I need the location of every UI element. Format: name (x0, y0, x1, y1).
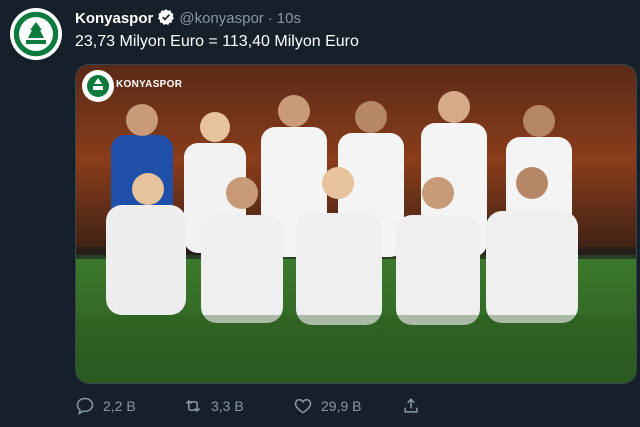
team-photo (76, 65, 636, 383)
heart-icon (294, 398, 312, 414)
reply-icon (76, 397, 94, 416)
verified-badge-icon (157, 8, 175, 32)
display-name[interactable]: Konyaspor (75, 10, 153, 27)
share-button[interactable] (401, 396, 421, 416)
tweet-timestamp[interactable]: 10s (277, 10, 301, 27)
tweet: Konyaspor @konyaspor · 10s 23,73 Milyon Eur… (0, 0, 640, 427)
retweet-button[interactable]: 3,3 B (183, 396, 244, 416)
separator-dot: · (267, 10, 273, 27)
tweet-header: Konyaspor @konyaspor · 10s (75, 8, 301, 32)
reply-count: 2,2 B (103, 398, 136, 414)
media-brand-label: KONYASPOR (116, 79, 183, 90)
account-handle[interactable]: @konyaspor (179, 10, 263, 27)
reply-button[interactable]: 2,2 B (75, 396, 136, 416)
profile-avatar[interactable] (10, 8, 62, 60)
tweet-text: 23,73 Milyon Euro = 113,40 Milyon Euro (75, 33, 359, 50)
retweet-icon (185, 399, 201, 413)
like-button[interactable]: 29,9 B (293, 396, 361, 416)
like-count: 29,9 B (321, 398, 362, 414)
retweet-count: 3,3 B (211, 398, 244, 414)
share-icon (404, 398, 418, 413)
konyaspor-crest-icon (12, 10, 60, 58)
tweet-media-photo[interactable]: KONYASPOR (75, 64, 637, 384)
tweet-actions: 2,2 B 3,3 B 29,9 B (75, 396, 635, 422)
